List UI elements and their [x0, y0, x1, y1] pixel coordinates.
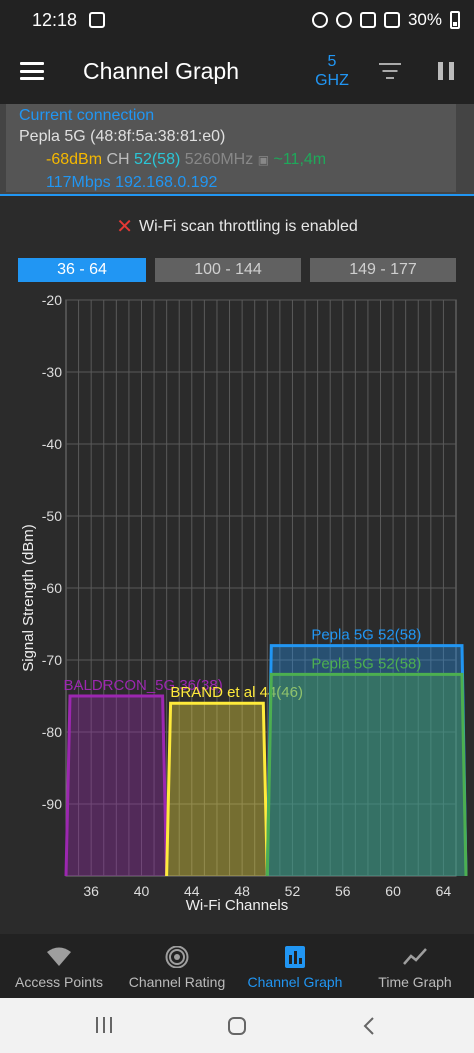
- battery-icon: [450, 11, 460, 29]
- x-axis-label: Wi-Fi Channels: [186, 897, 289, 914]
- y-tick-label: -40: [42, 436, 62, 452]
- connection-channel: 52(58): [134, 151, 181, 168]
- volte-icon: [359, 12, 376, 28]
- gallery-notification-icon: [89, 12, 106, 28]
- chart-svg: -20-30-40-50-60-70-80-9036 40 44 48 52 56 60 64…: [20, 292, 468, 914]
- status-bar: 12:18 30%: [0, 0, 474, 40]
- channel-graph-chart: -20 -30 -40 -50 -60 -70 -80 -90 36 40 44 48 52 56 60 64…: [0, 288, 474, 918]
- menu-icon[interactable]: [20, 62, 44, 80]
- connection-signal: -68dBm: [46, 151, 103, 168]
- connection-speed-ip: 117Mbps 192.168.0.192: [46, 174, 218, 191]
- y-tick-label: -90: [42, 796, 62, 812]
- nav-label: Time Graph: [378, 974, 452, 990]
- x-tick-label: 56: [335, 883, 351, 899]
- page-title: Channel Graph: [83, 58, 239, 84]
- current-connection-panel[interactable]: Current connection Pepla 5G (48:8f:5a:38…: [0, 104, 474, 196]
- y-tick-label: -50: [42, 508, 62, 524]
- y-axis-label: Signal Strength (dBm): [20, 524, 37, 672]
- connection-distance: ~11,4m: [273, 151, 327, 168]
- x-tick-label: 40: [134, 883, 150, 899]
- wifi-icon: [47, 947, 71, 966]
- current-connection-label: Current connection: [19, 107, 155, 124]
- y-tick-label: -80: [42, 724, 62, 740]
- series-area-1: [165, 701, 269, 877]
- series-area-3: [265, 672, 468, 877]
- y-tick-label: -70: [42, 652, 62, 668]
- back-icon[interactable]: [362, 1016, 376, 1036]
- connection-ssid: Pepla 5G (48:8f:5a:38:81:e0): [19, 128, 226, 145]
- cell-signal-icon: [383, 12, 400, 28]
- home-icon[interactable]: [227, 1016, 247, 1036]
- channel-label: CH: [106, 151, 130, 168]
- app-bar: Channel Graph 5 GHZ: [0, 40, 474, 104]
- x-tick-label: 64: [436, 883, 452, 899]
- bottom-navigation: Access Points Channel Rating Channel Gra…: [0, 934, 474, 998]
- lock-icon: ▣: [257, 153, 270, 167]
- x-tick-label: 60: [385, 883, 401, 899]
- series-area-0: [64, 694, 169, 877]
- wifi-status-icon: [335, 12, 352, 28]
- connection-frequency: 5260MHz: [184, 151, 254, 168]
- nav-time-graph[interactable]: Time Graph: [356, 934, 474, 998]
- line-graph-icon: [403, 948, 427, 965]
- nav-channel-rating[interactable]: Channel Rating: [118, 934, 236, 998]
- throttle-warning: ✕ Wi-Fi scan throttling is enabled: [0, 214, 474, 239]
- system-navigation-bar: [0, 998, 474, 1053]
- connection-details: -68dBm CH 52(58) 5260MHz ▣ ~11,4m: [46, 151, 326, 169]
- tab-36-64[interactable]: 36 - 64: [18, 258, 146, 282]
- bar-chart-icon: [285, 946, 305, 968]
- y-tick-label: -30: [42, 364, 62, 380]
- tab-149-177[interactable]: 149 - 177: [310, 258, 456, 282]
- throttle-text: Wi-Fi scan throttling is enabled: [139, 218, 358, 235]
- band-unit: GHZ: [315, 72, 349, 89]
- series-label: Pepla 5G 52(58): [311, 627, 421, 644]
- series-label: Pepla 5G 52(58): [311, 655, 421, 672]
- tab-100-144[interactable]: 100 - 144: [155, 258, 301, 282]
- band-number: 5: [327, 53, 337, 70]
- battery-percent: 30%: [407, 10, 442, 29]
- nav-label: Access Points: [15, 974, 103, 990]
- filter-icon[interactable]: [379, 61, 401, 81]
- alarm-icon: [311, 12, 328, 28]
- nav-label: Channel Rating: [128, 974, 226, 990]
- nav-access-points[interactable]: Access Points: [0, 934, 118, 998]
- y-tick-label: -20: [42, 292, 62, 308]
- recent-apps-icon[interactable]: [94, 1016, 114, 1034]
- channel-range-tabs: 36 - 64 100 - 144 149 - 177: [0, 258, 474, 282]
- nav-channel-graph[interactable]: Channel Graph: [236, 934, 354, 998]
- band-toggle-button[interactable]: 5 GHZ: [312, 52, 352, 90]
- status-time: 12:18: [32, 9, 78, 30]
- signal-rating-icon: [165, 946, 189, 968]
- x-tick-label: 36: [83, 883, 99, 899]
- y-tick-label: -60: [42, 580, 62, 596]
- pause-icon[interactable]: [438, 62, 454, 80]
- close-icon: ✕: [116, 216, 133, 238]
- nav-label: Channel Graph: [247, 974, 343, 990]
